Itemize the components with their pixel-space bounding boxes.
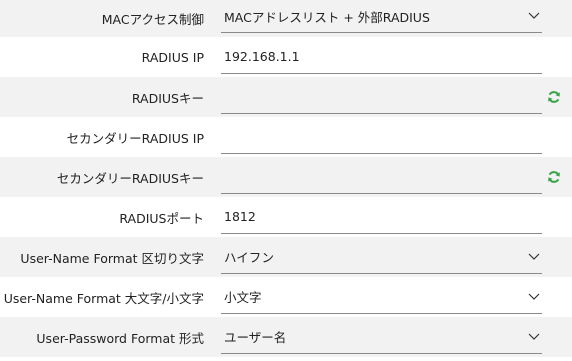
chevron-down-icon	[528, 12, 540, 19]
secondary-radius-ip-input[interactable]	[221, 120, 542, 154]
username-case-value: 小文字	[224, 290, 262, 305]
row-secondary-radius-key: セカンダリーRADIUSキー	[0, 157, 572, 197]
chevron-down-icon	[528, 333, 540, 340]
user-password-format-select[interactable]: ユーザー名	[221, 320, 542, 354]
chevron-down-icon	[528, 293, 540, 300]
radius-key-label: RADIUSキー	[131, 90, 204, 106]
radius-port-value: 1812	[224, 209, 256, 224]
radius-port-input[interactable]: 1812	[221, 200, 542, 234]
username-delimiter-value: ハイフン	[224, 250, 275, 265]
row-username-case: User-Name Format 大文字/小文字 小文字	[0, 277, 572, 317]
secondary-radius-key-input[interactable]	[221, 160, 542, 194]
row-radius-key: RADIUSキー	[0, 77, 572, 117]
radius-ip-value: 192.168.1.1	[224, 49, 300, 64]
secondary-radius-ip-label: セカンダリーRADIUS IP	[66, 130, 204, 146]
mac-access-control-label: MACアクセス制御	[101, 12, 204, 27]
username-case-select[interactable]: 小文字	[221, 280, 542, 314]
radius-key-input[interactable]	[221, 80, 542, 114]
radius-ip-input[interactable]: 192.168.1.1	[221, 40, 542, 74]
user-password-format-label: User-Password Format 形式	[36, 330, 204, 346]
mac-access-control-select[interactable]: MACアドレスリスト + 外部RADIUS	[221, 0, 542, 33]
row-username-delimiter: User-Name Format 区切り文字 ハイフン	[0, 237, 572, 277]
user-password-format-value: ユーザー名	[224, 330, 287, 345]
secondary-radius-key-label: セカンダリーRADIUSキー	[56, 170, 204, 186]
username-case-label: User-Name Format 大文字/小文字	[3, 290, 204, 306]
radius-settings-form: MACアクセス制御 MACアドレスリスト + 外部RADIUS RADIUS I…	[0, 0, 572, 361]
radius-ip-label: RADIUS IP	[141, 49, 204, 65]
mac-access-control-value: MACアドレスリスト + 外部RADIUS	[224, 9, 430, 25]
refresh-icon[interactable]	[547, 170, 561, 184]
row-mac-access-control: MACアクセス制御 MACアドレスリスト + 外部RADIUS	[0, 0, 572, 37]
radius-port-label: RADIUSポート	[119, 210, 204, 226]
username-delimiter-select[interactable]: ハイフン	[221, 240, 542, 274]
row-secondary-radius-ip: セカンダリーRADIUS IP	[0, 117, 572, 157]
chevron-down-icon	[528, 253, 540, 260]
refresh-icon[interactable]	[547, 90, 561, 104]
row-user-password-format: User-Password Format 形式 ユーザー名	[0, 317, 572, 357]
row-radius-ip: RADIUS IP 192.168.1.1	[0, 37, 572, 77]
username-delimiter-label: User-Name Format 区切り文字	[20, 250, 204, 266]
row-radius-port: RADIUSポート 1812	[0, 197, 572, 237]
